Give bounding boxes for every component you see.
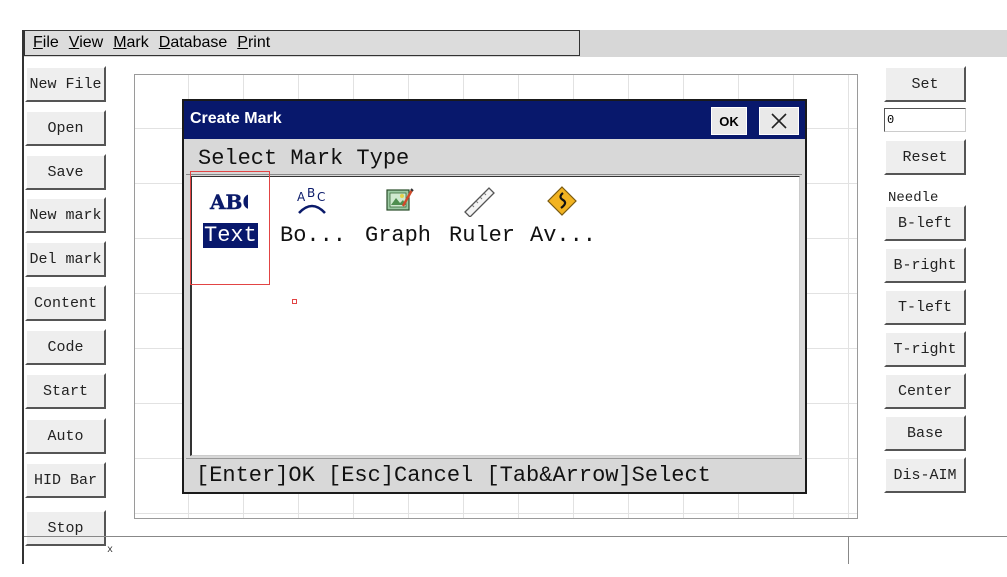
status-bar-divider — [24, 536, 1007, 537]
needle-label: Needle — [888, 190, 939, 206]
dialog-ok-button[interactable]: OK — [711, 107, 747, 135]
svg-text:A: A — [297, 190, 306, 204]
warning-curve-icon[interactable] — [546, 185, 578, 222]
set-value-field[interactable]: 0 — [884, 108, 966, 132]
left-border — [22, 30, 24, 564]
start-button[interactable]: Start — [25, 373, 106, 409]
dialog-footer-hint: [Enter]OK [Esc]Cancel [Tab&Arrow]Select — [186, 458, 802, 492]
menu-file[interactable]: File — [33, 34, 59, 52]
t-right-button[interactable]: T-right — [884, 331, 966, 367]
open-button[interactable]: Open — [25, 110, 106, 146]
save-button[interactable]: Save — [25, 154, 106, 190]
menu-bar: File View Mark Database Print — [24, 30, 580, 56]
status-mark: x — [107, 545, 114, 556]
dis-aim-button[interactable]: Dis-AIM — [884, 457, 966, 493]
close-icon — [771, 113, 787, 129]
t-left-button[interactable]: T-left — [884, 289, 966, 325]
del-mark-button[interactable]: Del mark — [25, 241, 106, 277]
mark-type-graph[interactable]: Graph — [365, 223, 431, 248]
dialog-header: Select Mark Type — [186, 143, 802, 175]
menu-print[interactable]: Print — [237, 34, 270, 52]
mark-type-list: ABC Text A B C Bo... Graph — [190, 176, 800, 456]
ruler-icon[interactable] — [462, 185, 498, 222]
anchor-marker — [292, 299, 297, 304]
menu-mark[interactable]: Mark — [113, 34, 149, 52]
status-bar-separator — [848, 536, 849, 564]
content-button[interactable]: Content — [25, 285, 106, 321]
arc-text-icon[interactable]: A B C — [295, 186, 329, 222]
base-button[interactable]: Base — [884, 415, 966, 451]
stop-button[interactable]: Stop — [25, 510, 106, 546]
b-left-button[interactable]: B-left — [884, 205, 966, 241]
svg-text:C: C — [317, 190, 325, 204]
mark-type-bo[interactable]: Bo... — [280, 223, 346, 248]
b-right-button[interactable]: B-right — [884, 247, 966, 283]
menu-database[interactable]: Database — [159, 34, 228, 52]
mark-type-ruler[interactable]: Ruler — [449, 223, 515, 248]
dialog-close-button[interactable] — [759, 107, 799, 135]
code-button[interactable]: Code — [25, 329, 106, 365]
reset-button[interactable]: Reset — [884, 139, 966, 175]
auto-button[interactable]: Auto — [25, 418, 106, 454]
dialog-title-bar: Create Mark OK — [184, 101, 805, 139]
graph-picture-icon[interactable] — [385, 186, 415, 219]
menu-view[interactable]: View — [69, 34, 103, 52]
mark-type-av[interactable]: Av... — [530, 223, 596, 248]
selection-highlight-box — [190, 171, 270, 285]
center-button[interactable]: Center — [884, 373, 966, 409]
dialog-title: Create Mark — [190, 110, 282, 127]
set-button[interactable]: Set — [884, 66, 966, 102]
new-file-button[interactable]: New File — [25, 66, 106, 102]
new-mark-button[interactable]: New mark — [25, 197, 106, 233]
hid-bar-button[interactable]: HID Bar — [25, 462, 106, 498]
svg-text:B: B — [307, 187, 315, 200]
create-mark-dialog: Create Mark OK Select Mark Type ABC Text… — [182, 99, 807, 494]
